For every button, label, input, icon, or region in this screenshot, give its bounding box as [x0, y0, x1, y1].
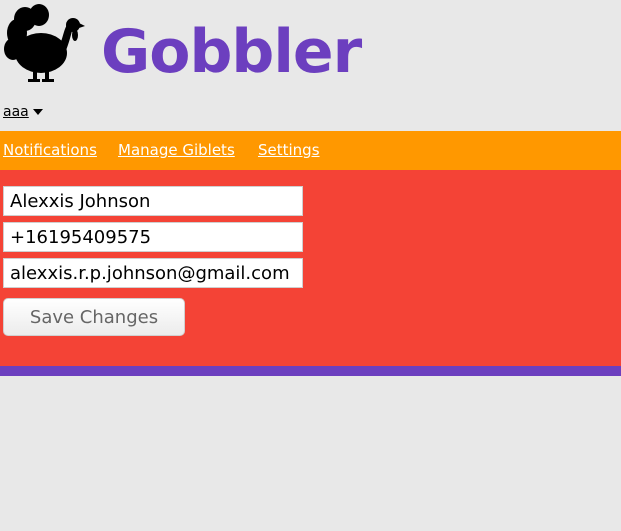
phone-field[interactable]: [3, 222, 303, 252]
nav-notifications-link[interactable]: Notifications: [3, 141, 97, 160]
navbar: Notifications Manage Giblets Settings: [0, 131, 621, 170]
save-changes-button[interactable]: Save Changes: [3, 298, 185, 336]
turkey-icon: [3, 3, 85, 83]
email-field[interactable]: [3, 258, 303, 288]
caret-down-icon: [32, 109, 43, 115]
nav-settings-link[interactable]: Settings: [258, 141, 320, 160]
header: Gobbler: [0, 0, 621, 100]
user-menu-label: aaa: [3, 104, 29, 120]
user-menu-dropdown[interactable]: aaa: [3, 103, 43, 121]
name-field[interactable]: [3, 186, 303, 216]
footer-divider: [0, 366, 621, 376]
app-title: Gobbler: [101, 17, 362, 87]
nav-manage-giblets-link[interactable]: Manage Giblets: [118, 141, 235, 160]
